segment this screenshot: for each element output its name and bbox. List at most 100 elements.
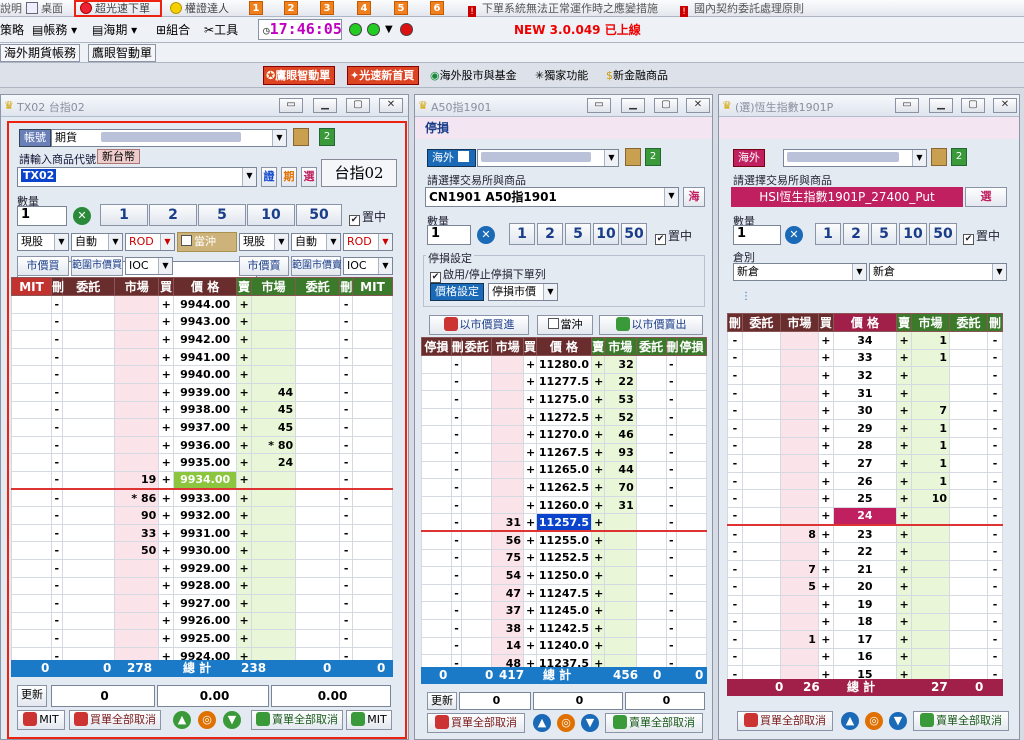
delete-buy-cell[interactable]: -	[727, 436, 743, 456]
buy-action-cell[interactable]: +	[817, 489, 834, 508]
buy-market-qty[interactable]: 33	[114, 523, 160, 543]
price-cell[interactable]: 31	[832, 383, 898, 403]
buy-action-cell[interactable]: +	[817, 401, 834, 420]
buy-market-qty[interactable]	[779, 594, 819, 614]
sell-action-cell[interactable]: +	[591, 548, 605, 568]
sell-order-cell[interactable]	[635, 425, 667, 444]
sell-order-cell[interactable]	[295, 558, 341, 578]
buy-action-cell[interactable]: +	[817, 594, 834, 614]
table-row[interactable]: - +16 + -	[727, 647, 1003, 667]
sell-order-cell[interactable]	[635, 355, 667, 374]
buy-order-cell[interactable]	[61, 594, 116, 613]
delete-sell-cell[interactable]: -	[987, 418, 1003, 438]
buy-order-cell[interactable]	[61, 365, 116, 384]
sell-market-qty[interactable]	[250, 365, 297, 384]
buy-action-cell[interactable]: +	[523, 548, 537, 568]
buy-market-qty[interactable]	[491, 355, 525, 374]
buy-market-qty[interactable]	[491, 407, 525, 427]
buy-action-cell[interactable]: +	[523, 407, 537, 427]
market-badge[interactable]: 海外	[427, 149, 476, 167]
layout-1-button[interactable]: 1	[249, 1, 263, 15]
side-order-cell[interactable]	[11, 488, 52, 508]
side-order-cell[interactable]	[11, 347, 52, 367]
buy-market-qty[interactable]: 47	[491, 583, 525, 603]
price-cell[interactable]: 9938.00	[173, 400, 238, 420]
table-row[interactable]: -1 +17 + -	[727, 630, 1003, 649]
table-row[interactable]: - +30 +7 -	[727, 401, 1003, 420]
price-cell[interactable]: 21	[832, 559, 898, 579]
buy-action-cell[interactable]: +	[158, 453, 175, 472]
sell-action-cell[interactable]: +	[236, 488, 252, 508]
delete-buy-cell[interactable]: -	[51, 558, 63, 578]
clear-quantity-icon[interactable]: ✕	[73, 207, 91, 225]
price-cell[interactable]: 9930.00	[173, 541, 238, 560]
delete-sell-cell[interactable]: -	[339, 470, 353, 490]
side-order-cell[interactable]	[351, 611, 394, 631]
table-row[interactable]: - +33 +1 -	[727, 348, 1003, 368]
buy-action-cell[interactable]: +	[817, 331, 834, 350]
range-market-sell-button[interactable]: 範圍市價賣	[291, 256, 342, 276]
sell-action-cell[interactable]: +	[896, 401, 912, 420]
buy-order-cell[interactable]	[61, 470, 116, 490]
qty-10-button[interactable]: 10	[247, 204, 295, 226]
delete-buy-cell[interactable]: -	[51, 418, 63, 437]
delete-sell-cell[interactable]: -	[987, 348, 1003, 368]
sell-market-qty[interactable]	[603, 601, 637, 620]
buy-action-cell[interactable]: +	[523, 583, 537, 603]
table-row[interactable]: - +32 + -	[727, 366, 1003, 385]
buy-order-cell[interactable]	[741, 559, 781, 579]
buy-order-cell[interactable]	[741, 471, 781, 491]
side-order-cell[interactable]	[676, 636, 707, 656]
delete-sell-cell[interactable]: -	[339, 453, 353, 472]
table-row[interactable]: - +9939.00 +44 -	[11, 382, 394, 402]
pin-icon[interactable]: ▭	[279, 98, 303, 113]
sell-order-cell[interactable]	[295, 400, 341, 420]
layout-2-button[interactable]: 2	[284, 1, 298, 15]
qty-5-button[interactable]: 5	[871, 223, 897, 245]
buy-action-cell[interactable]: +	[158, 470, 175, 490]
buy-action-cell[interactable]: +	[158, 629, 175, 648]
delete-buy-cell[interactable]: -	[51, 312, 63, 332]
buy-order-cell[interactable]	[741, 647, 781, 667]
fast-home-button[interactable]: ✦光速新首頁	[347, 66, 420, 85]
side-order-cell[interactable]	[11, 470, 52, 490]
sell-action-cell[interactable]: +	[591, 566, 605, 585]
sell-action-cell[interactable]: +	[591, 618, 605, 638]
options-button[interactable]: 選	[965, 187, 1007, 207]
sell-order-cell[interactable]	[949, 366, 989, 385]
buy-action-cell[interactable]: +	[523, 513, 537, 532]
price-cell[interactable]: 29	[832, 418, 898, 438]
scroll-down-icon[interactable]: ▼	[889, 712, 907, 730]
table-row[interactable]: - +31 + -	[727, 383, 1003, 403]
sell-action-cell[interactable]: +	[591, 390, 605, 409]
table-row[interactable]: -47 +11247.5 + -	[421, 583, 707, 603]
delete-buy-cell[interactable]: -	[450, 372, 463, 392]
buy-order-cell[interactable]	[61, 418, 116, 437]
buy-market-qty[interactable]	[114, 330, 160, 349]
order-type-select[interactable]: 現股 ▼	[17, 233, 69, 251]
side-order-cell[interactable]	[351, 347, 394, 367]
side-order-cell[interactable]	[421, 601, 452, 620]
delete-sell-cell[interactable]: -	[987, 612, 1003, 632]
price-cell[interactable]: 11262.5	[535, 478, 593, 497]
side-order-cell[interactable]	[11, 523, 52, 543]
qty-10-button[interactable]: 10	[593, 223, 619, 245]
sell-order-cell[interactable]	[949, 418, 989, 438]
buy-market-qty[interactable]: 7	[779, 559, 819, 579]
buy-order-cell[interactable]	[461, 636, 493, 656]
sell-market-qty[interactable]	[250, 470, 297, 490]
sell-market-qty[interactable]	[910, 612, 951, 632]
side-order-cell[interactable]	[676, 460, 707, 480]
side-order-cell[interactable]	[11, 629, 52, 648]
market-badge[interactable]: 海外	[733, 149, 765, 167]
buy-order-cell[interactable]	[61, 312, 116, 332]
notice-principles[interactable]: ! 國內契約委託處理原則	[680, 2, 804, 18]
side-order-cell[interactable]	[421, 372, 452, 392]
side-order-cell[interactable]	[421, 513, 452, 532]
sell-market-qty[interactable]: 1	[910, 348, 951, 368]
delete-buy-cell[interactable]: -	[727, 612, 743, 632]
delete-sell-cell[interactable]: -	[665, 372, 678, 392]
buy-market-qty[interactable]	[779, 647, 819, 667]
sell-action-cell[interactable]: +	[236, 506, 252, 525]
sell-order-cell[interactable]	[949, 331, 989, 350]
